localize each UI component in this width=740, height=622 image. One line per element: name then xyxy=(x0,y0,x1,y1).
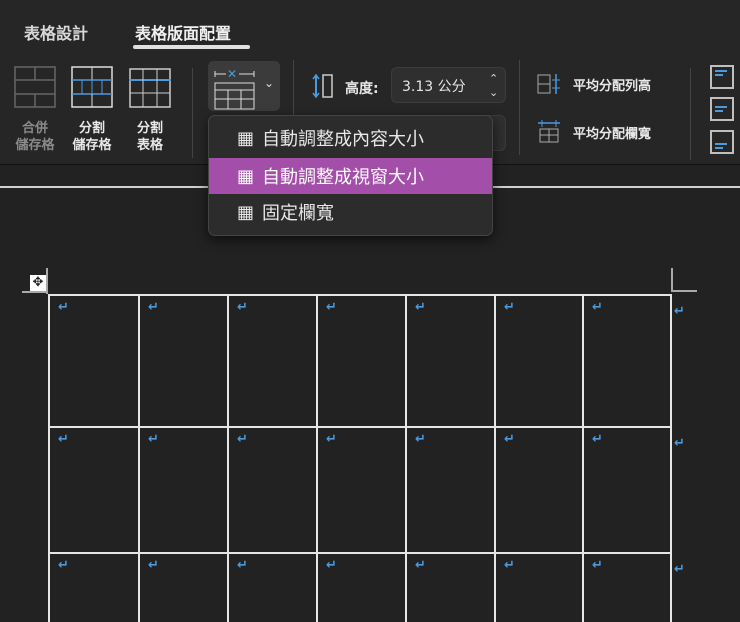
tab-table-layout[interactable]: 表格版面配置 xyxy=(135,20,231,44)
table-autofit-icon: ✕ xyxy=(214,67,255,110)
table-cell-mark: ↵ xyxy=(326,432,337,447)
autofit-menu: ▦ 自動調整成內容大小 ▦ 自動調整成視窗大小 ▦ 固定欄寬 xyxy=(208,115,493,236)
table-gridline xyxy=(582,294,584,622)
table-gridline xyxy=(494,294,496,622)
distribute-columns-label: 平均分配欄寬 xyxy=(573,126,652,142)
menu-item-label: 自動調整成內容大小 xyxy=(262,129,425,150)
height-spinner[interactable]: 3.13 公分 ⌃ ⌄ xyxy=(391,67,506,103)
table-gridline xyxy=(48,294,50,622)
distribute-rows-icon xyxy=(537,74,560,94)
table-cell-mark: ↵ xyxy=(148,300,159,315)
spinner-up-icon[interactable]: ⌃ xyxy=(489,72,498,85)
table-move-handle-icon[interactable]: ✥ xyxy=(30,275,46,291)
distribute-rows-label: 平均分配列高 xyxy=(573,78,652,94)
table-corner-mark xyxy=(46,268,48,294)
row-height-icon xyxy=(312,73,333,99)
split-table-icon xyxy=(129,68,171,108)
distribute-rows-button[interactable]: 平均分配列高 xyxy=(537,72,651,96)
table-gridline xyxy=(316,294,318,622)
merge-cells-button[interactable] xyxy=(14,66,56,112)
table-gridline xyxy=(670,294,672,622)
tab-table-design[interactable]: 表格設計 xyxy=(24,20,88,44)
divider xyxy=(519,60,520,155)
table-cell-mark: ↵ xyxy=(415,432,426,447)
menu-item-autofit-contents[interactable]: ▦ 自動調整成內容大小 xyxy=(209,120,492,156)
table-cell-mark: ↵ xyxy=(58,300,69,315)
table-gridline xyxy=(48,552,672,554)
table-gridline xyxy=(227,294,229,622)
autofit-contents-icon: ▦ xyxy=(237,127,255,149)
table-cell-mark: ↵ xyxy=(592,432,603,447)
merge-cells-label: 合併 儲存格 xyxy=(15,121,55,153)
distribute-columns-icon xyxy=(538,120,560,143)
table-cell-mark: ↵ xyxy=(415,300,426,315)
split-cells-label: 分割 儲存格 xyxy=(72,121,112,153)
table-cell-mark: ↵ xyxy=(237,300,248,315)
divider xyxy=(690,68,691,160)
table-gridline xyxy=(138,294,140,622)
split-cells-button[interactable] xyxy=(71,66,113,112)
table-cell-mark: ↵ xyxy=(237,432,248,447)
split-table-label: 分割 表格 xyxy=(136,121,163,153)
svg-text:✕: ✕ xyxy=(227,67,237,81)
chevron-down-icon: ⌄ xyxy=(264,76,275,90)
menu-item-label: 固定欄寬 xyxy=(262,203,335,224)
distribute-columns-button[interactable]: 平均分配欄寬 xyxy=(537,120,651,144)
table-cell-mark: ↵ xyxy=(148,558,159,573)
table-corner-mark xyxy=(22,291,46,293)
table-cell-mark: ↵ xyxy=(58,558,69,573)
menu-item-autofit-window[interactable]: ▦ 自動調整成視窗大小 xyxy=(209,158,492,194)
table-gridline xyxy=(405,294,407,622)
active-tab-indicator xyxy=(133,45,250,49)
table-cell-mark: ↵ xyxy=(504,300,515,315)
table-cell-mark: ↵ xyxy=(592,558,603,573)
align-top-icon[interactable] xyxy=(710,65,734,89)
spinner-down-icon[interactable]: ⌄ xyxy=(489,86,498,99)
table-cell-mark: ↵ xyxy=(592,300,603,315)
height-value[interactable]: 3.13 公分 xyxy=(402,79,466,95)
table-cell-mark: ↵ xyxy=(148,432,159,447)
table-cell-mark: ↵ xyxy=(326,558,337,573)
divider xyxy=(192,68,193,158)
merge-cells-icon xyxy=(14,66,56,108)
table-cell-mark: ↵ xyxy=(237,558,248,573)
table-cell-mark: ↵ xyxy=(504,558,515,573)
table-gridline xyxy=(48,426,672,428)
align-bottom-icon[interactable] xyxy=(710,130,734,154)
row-end-mark: ↵ xyxy=(674,562,685,577)
row-end-mark: ↵ xyxy=(674,436,685,451)
row-end-mark: ↵ xyxy=(674,304,685,319)
table-corner-mark xyxy=(671,290,697,292)
split-cells-icon xyxy=(71,66,113,108)
table-cell-mark: ↵ xyxy=(415,558,426,573)
table-gridline xyxy=(48,294,672,296)
menu-item-label: 自動調整成視窗大小 xyxy=(262,167,425,188)
autofit-dropdown-button[interactable]: ✕ ⌄ xyxy=(208,61,280,111)
menu-item-fixed-column-width[interactable]: ▦ 固定欄寬 xyxy=(209,194,492,230)
height-label: 高度: xyxy=(345,81,379,97)
autofit-window-icon: ▦ xyxy=(237,165,255,187)
split-table-button[interactable] xyxy=(129,68,171,112)
table-cell-mark: ↵ xyxy=(504,432,515,447)
table-cell-mark: ↵ xyxy=(326,300,337,315)
table-cell-mark: ↵ xyxy=(58,432,69,447)
align-middle-icon[interactable] xyxy=(710,97,734,121)
fixed-width-icon: ▦ xyxy=(237,201,255,223)
table-corner-mark xyxy=(671,268,673,292)
